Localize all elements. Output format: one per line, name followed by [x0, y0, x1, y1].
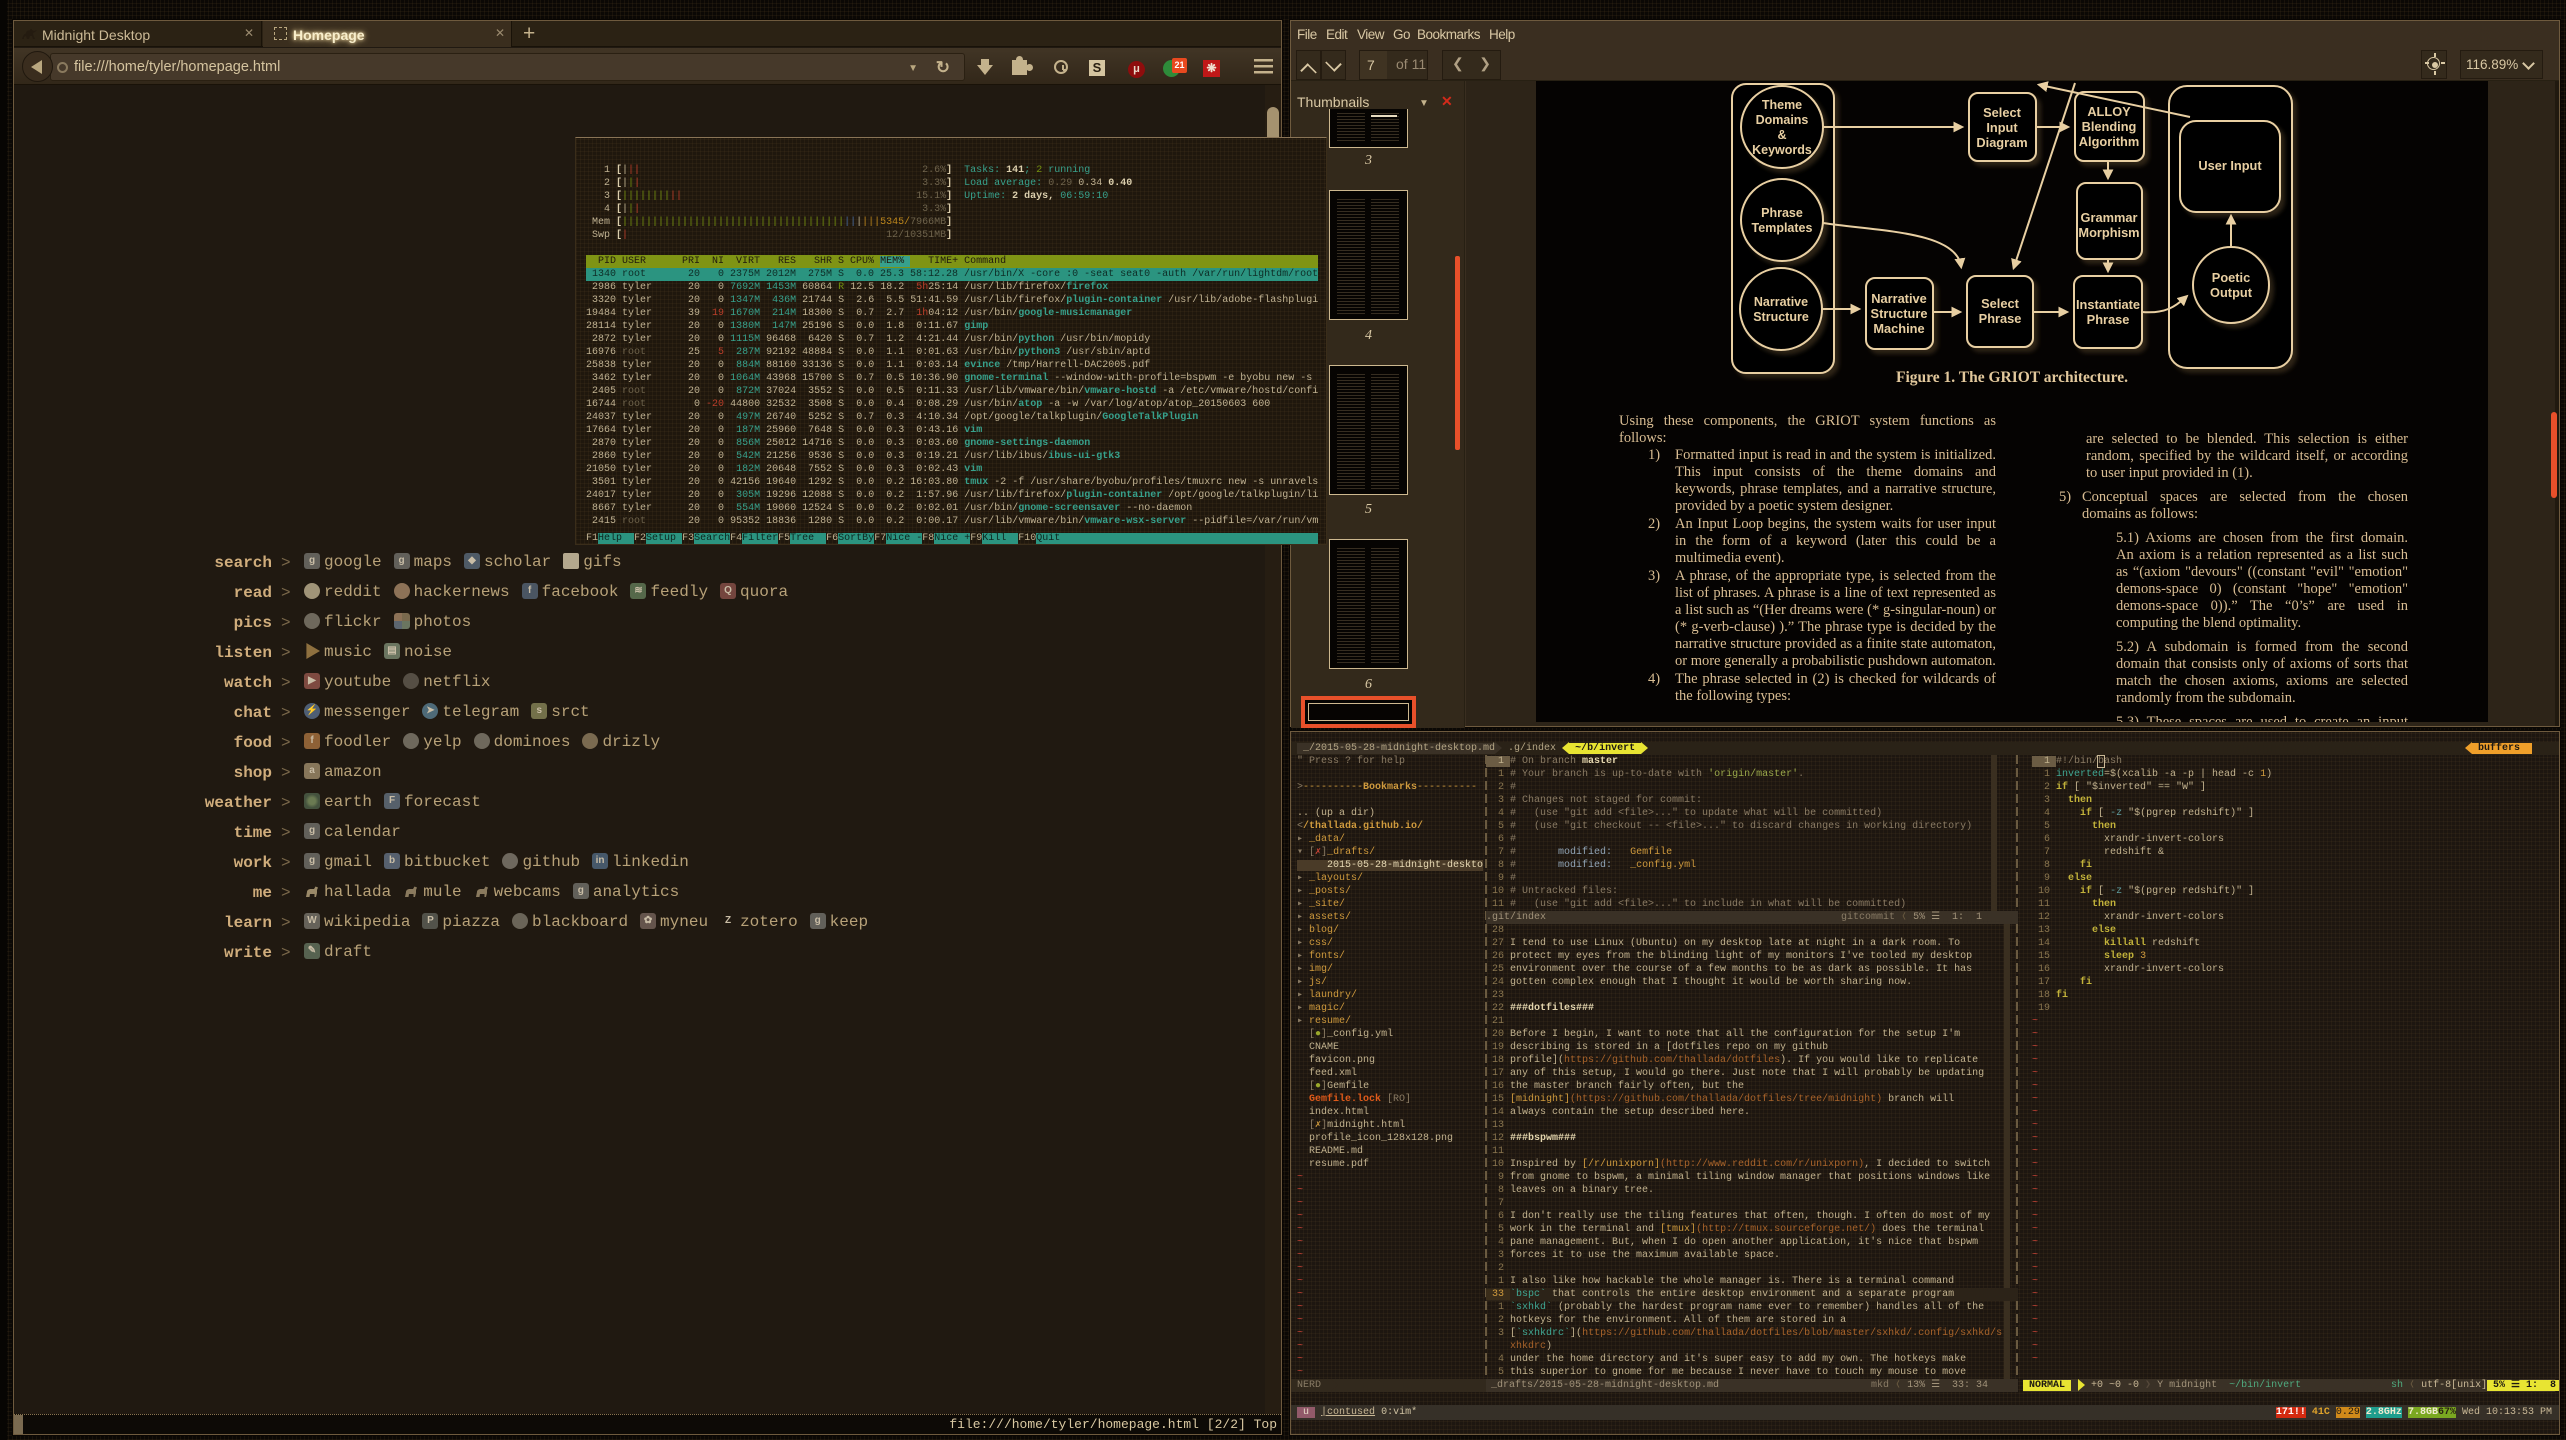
svg-text:PoeticOutput: PoeticOutput [2210, 270, 2253, 300]
svg-text:SelectPhrase: SelectPhrase [1979, 296, 2022, 326]
svg-text:GrammarMorphism: GrammarMorphism [2078, 210, 2139, 240]
svg-text:NarrativeStructureMachine: NarrativeStructureMachine [1871, 291, 1928, 336]
svg-text:ALLOYBlendingAlgorithm: ALLOYBlendingAlgorithm [2079, 104, 2139, 149]
svg-text:User Input: User Input [2198, 158, 2262, 173]
svg-text:NarrativeStructure: NarrativeStructure [1753, 295, 1809, 324]
